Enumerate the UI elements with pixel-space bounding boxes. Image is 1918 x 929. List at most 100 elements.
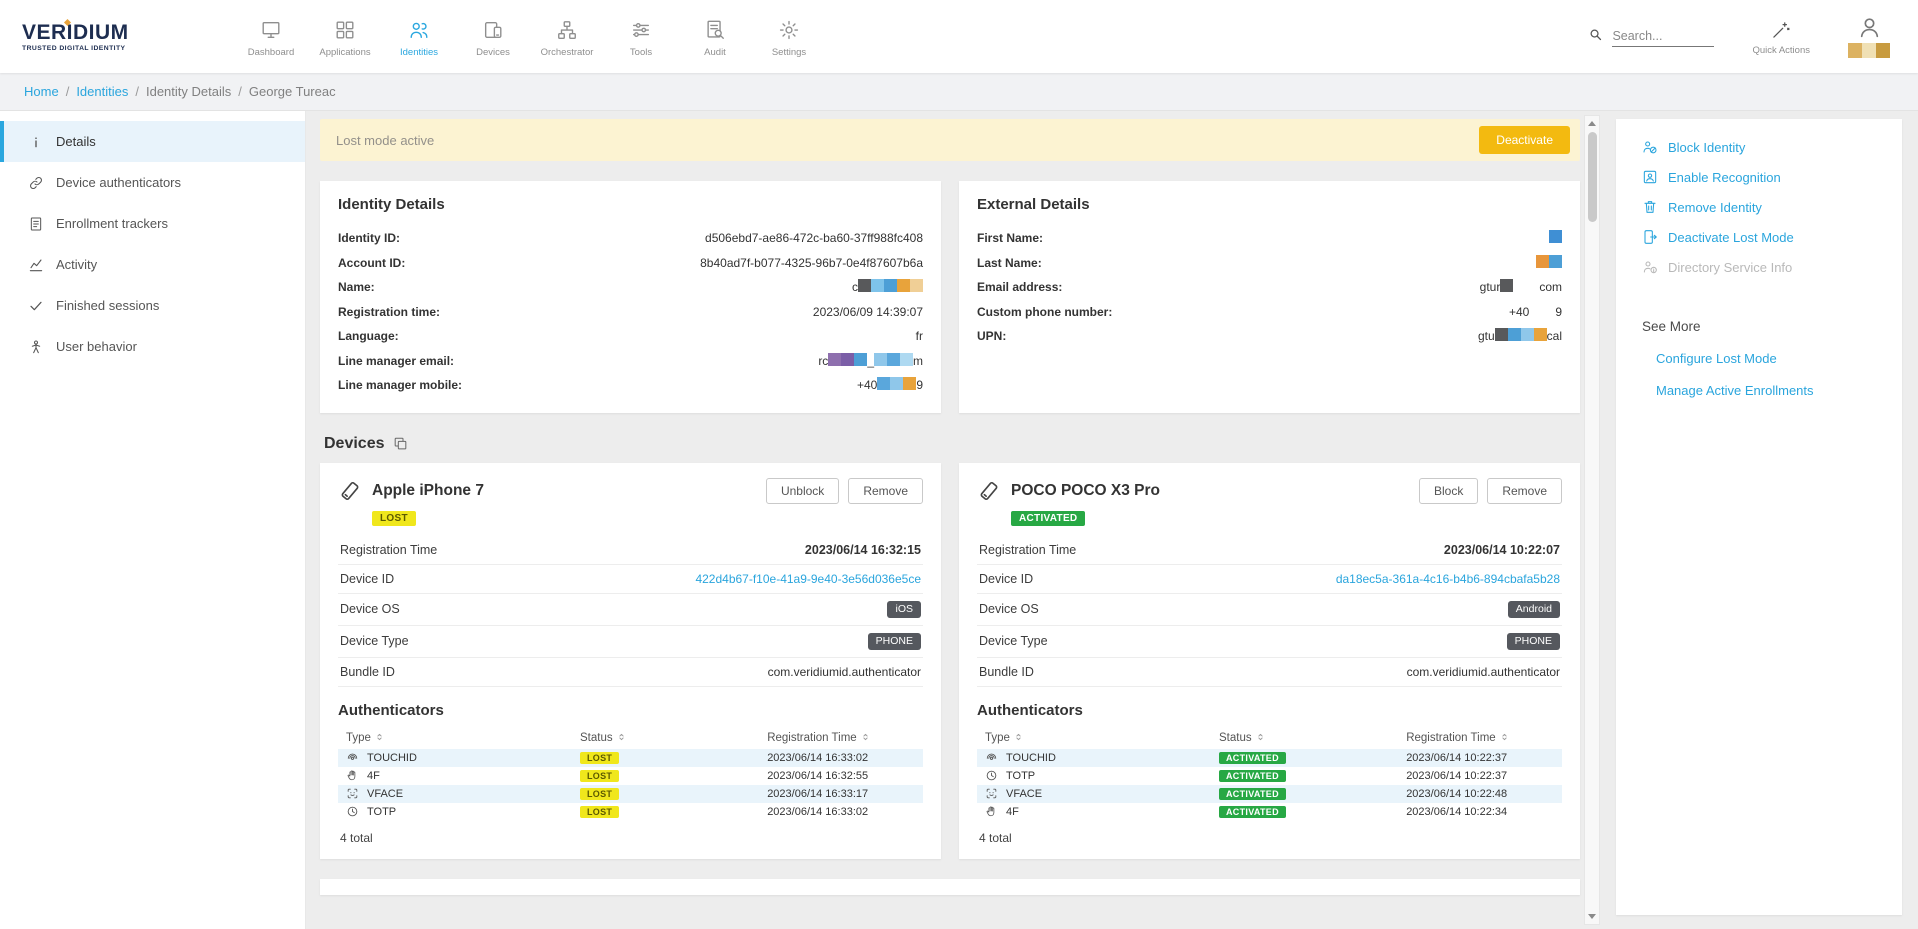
device-registration-time: 2023/06/14 10:22:07 [1444, 543, 1560, 557]
sidebar-item-finished-sessions[interactable]: Finished sessions [0, 285, 305, 326]
column-header-registration-time[interactable]: Registration Time [759, 726, 923, 749]
breadcrumb: Home / Identities / Identity Details / G… [0, 73, 1918, 111]
nav-label: Settings [772, 47, 806, 58]
scroll-down-arrow[interactable] [1588, 914, 1596, 919]
authenticator-row: TOTP LOST 2023/06/14 16:33:02 [338, 803, 923, 821]
authenticator-row: TOUCHID LOST 2023/06/14 16:33:02 [338, 749, 923, 767]
column-header-type[interactable]: Type [338, 726, 572, 749]
nav-item-applications[interactable]: Applications [308, 15, 382, 58]
device-buttons: Unblock Remove [766, 478, 923, 504]
last-name-redacted [1536, 255, 1562, 271]
link-manage-active-enrollments[interactable]: Manage Active Enrollments [1656, 383, 1888, 398]
column-header-status[interactable]: Status [1211, 726, 1398, 749]
identity-details-card: Identity Details Identity ID: d506ebd7-a… [320, 181, 941, 413]
breadcrumb-identities[interactable]: Identities [76, 84, 128, 99]
authenticator-row: TOUCHID ACTIVATED 2023/06/14 10:22:37 [977, 749, 1562, 767]
logo-tagline: TRUSTED DIGITAL IDENTITY [22, 45, 182, 52]
nav-item-identities[interactable]: Identities [382, 15, 456, 58]
device-id-link[interactable]: da18ec5a-361a-4c16-b4b6-894cbafa5b28 [1336, 572, 1560, 586]
devices-icon [482, 19, 504, 41]
nav-item-devices[interactable]: Devices [456, 15, 530, 58]
unblock-button[interactable]: Unblock [766, 478, 839, 504]
veridium-admin-page: VERIDIUM TRUSTED DIGITAL IDENTITY Dashbo… [0, 0, 1918, 929]
block-button[interactable]: Block [1419, 478, 1478, 504]
sidebar-item-device-authenticators[interactable]: Device authenticators [0, 162, 305, 203]
remove-device-button[interactable]: Remove [1487, 478, 1562, 504]
field-label: Account ID: [338, 256, 405, 270]
vertical-scrollbar[interactable] [1584, 115, 1600, 925]
person-icon [1857, 15, 1882, 40]
scroll-up-arrow[interactable] [1588, 121, 1596, 126]
orchestrator-icon [556, 19, 578, 41]
nav-item-tools[interactable]: Tools [604, 15, 678, 58]
sidebar-item-label: Details [56, 134, 96, 149]
field-label: Bundle ID [340, 665, 395, 679]
authenticator-status-badge: ACTIVATED [1219, 788, 1286, 800]
column-header-status[interactable]: Status [572, 726, 759, 749]
device-field-device-type: Device Type PHONE [338, 626, 923, 658]
tools-icon [630, 19, 652, 41]
search-box [1588, 27, 1714, 47]
left-sidebar: Details Device authenticators Enrollment… [0, 111, 306, 929]
device-field-device-type: Device Type PHONE [977, 626, 1562, 658]
field-label: Last Name: [977, 256, 1042, 270]
field-row-first-name: First Name: [977, 226, 1562, 251]
copy-icon[interactable] [393, 436, 408, 451]
sidebar-item-activity[interactable]: Activity [0, 244, 305, 285]
device-name: POCO POCO X3 Pro [1011, 482, 1160, 500]
veridium-logo[interactable]: VERIDIUM TRUSTED DIGITAL IDENTITY [22, 22, 182, 52]
sidebar-item-enrollment-trackers[interactable]: Enrollment trackers [0, 203, 305, 244]
field-label: Language: [338, 329, 399, 343]
card-title: Identity Details [338, 196, 923, 213]
search-icon[interactable] [1588, 27, 1603, 42]
face-icon [346, 787, 359, 800]
action-deactivate-lost-mode[interactable]: Deactivate Lost Mode [1642, 229, 1888, 245]
user-avatar[interactable] [1848, 15, 1890, 58]
link-configure-lost-mode[interactable]: Configure Lost Mode [1656, 351, 1888, 366]
redacted-prefix: gtu [1478, 329, 1495, 343]
nav-item-audit[interactable]: Audit [678, 15, 752, 58]
sidebar-item-user-behavior[interactable]: User behavior [0, 326, 305, 367]
nav-item-settings[interactable]: Settings [752, 15, 826, 58]
upn-redacted: gtu cal [1478, 328, 1562, 344]
action-remove-identity[interactable]: Remove Identity [1642, 199, 1888, 215]
field-label: Registration time: [338, 305, 440, 319]
nav-item-dashboard[interactable]: Dashboard [234, 15, 308, 58]
fingerprint-icon [346, 751, 359, 764]
sort-icon [1014, 731, 1023, 743]
user-block-icon [1642, 139, 1658, 155]
deactivate-button[interactable]: Deactivate [1479, 126, 1570, 154]
nav-item-orchestrator[interactable]: Orchestrator [530, 15, 604, 58]
language-value: fr [916, 329, 923, 343]
info-icon [28, 134, 44, 150]
top-bar: VERIDIUM TRUSTED DIGITAL IDENTITY Dashbo… [0, 0, 1918, 73]
clock-icon [346, 805, 359, 818]
field-label: Registration Time [340, 543, 437, 557]
field-row-last-name: Last Name: [977, 251, 1562, 276]
details-cards-row: Identity Details Identity ID: d506ebd7-a… [320, 181, 1580, 413]
action-block-identity[interactable]: Block Identity [1642, 139, 1888, 155]
redacted-mid: _ [867, 354, 874, 368]
quick-actions-button[interactable]: Quick Actions [1752, 17, 1810, 56]
authenticators-table: Type Status Registration Time TOUCHID AC… [977, 726, 1562, 821]
field-label: Device OS [979, 602, 1039, 616]
field-label: Device Type [979, 634, 1048, 648]
field-label: Device ID [340, 572, 394, 586]
device-field-registration-time: Registration Time 2023/06/14 16:32:15 [338, 536, 923, 565]
authenticator-time: 2023/06/14 16:32:55 [759, 767, 923, 785]
first-name-redacted [1549, 230, 1562, 246]
authenticators-table: Type Status Registration Time TOUCHID LO… [338, 726, 923, 821]
column-header-type[interactable]: Type [977, 726, 1211, 749]
authenticator-type: VFACE [367, 788, 403, 800]
sidebar-item-details[interactable]: Details [0, 121, 305, 162]
authenticator-time: 2023/06/14 16:33:17 [759, 785, 923, 803]
search-input[interactable] [1612, 27, 1714, 47]
column-header-registration-time[interactable]: Registration Time [1398, 726, 1562, 749]
breadcrumb-home[interactable]: Home [24, 84, 59, 99]
scrollbar-thumb[interactable] [1588, 132, 1597, 222]
device-id-link[interactable]: 422d4b67-f10e-41a9-9e40-3e56d036e5ce [695, 572, 921, 586]
sidebar-item-label: User behavior [56, 339, 137, 354]
trash-icon [1642, 199, 1658, 215]
remove-device-button[interactable]: Remove [848, 478, 923, 504]
action-enable-recognition[interactable]: Enable Recognition [1642, 169, 1888, 185]
